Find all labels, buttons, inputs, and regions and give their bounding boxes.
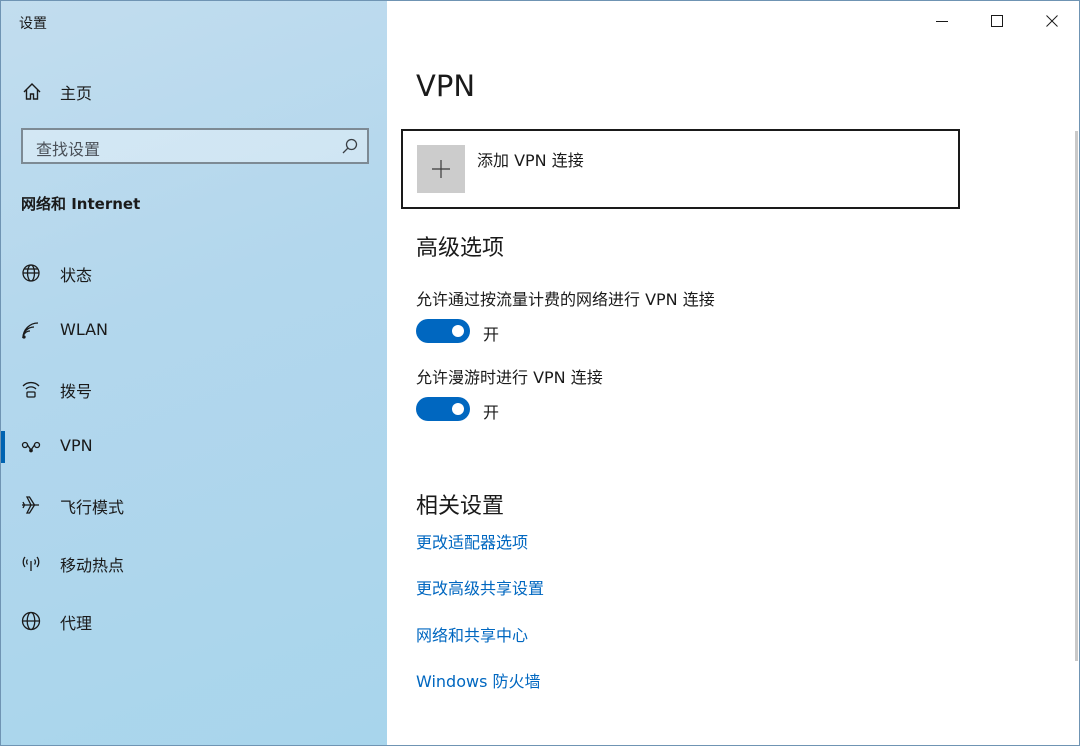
sidebar-item-mobile-hotspot[interactable]: 移动热点 [1,539,387,587]
change-adapter-options-link[interactable]: 更改适配器选项 [416,529,528,553]
metered-vpn-toggle[interactable] [416,319,470,343]
globe-status-icon [20,262,42,284]
settings-window: 设置 主页 查找设置 网络和 Internet 状态 WLAN 拨号 VPN 飞… [0,0,1080,746]
advanced-options-heading: 高级选项 [416,236,505,261]
app-title: 设置 [19,16,47,32]
maximize-icon [991,15,1003,27]
toggle-knob [452,403,464,415]
sidebar-item-label: 拨号 [60,382,93,401]
sidebar-item-proxy[interactable]: 代理 [1,597,387,645]
sidebar-item-label: 主页 [60,84,93,103]
sidebar-item-label: 代理 [60,614,93,633]
toggle-knob [452,325,464,337]
sidebar-item-status[interactable]: 状态 [1,249,387,297]
close-icon [1046,15,1058,27]
roaming-vpn-toggle[interactable] [416,397,470,421]
sidebar-item-dialup[interactable]: 拨号 [1,365,387,413]
close-button[interactable] [1024,1,1080,41]
windows-firewall-link[interactable]: Windows 防火墙 [416,668,541,692]
add-tile [417,145,465,193]
minimize-icon [936,21,948,22]
hotspot-icon [20,552,42,574]
page-title: VPN [416,69,476,103]
selection-indicator [1,431,5,463]
related-settings-heading: 相关设置 [416,494,505,519]
roaming-vpn-label: 允许漫游时进行 VPN 连接 [416,368,603,387]
add-vpn-connection-button[interactable]: 添加 VPN 连接 [401,129,960,209]
dialup-icon [20,378,42,400]
sidebar-item-vpn[interactable]: VPN [1,423,387,471]
search-icon[interactable] [341,137,359,155]
home-icon [21,81,43,103]
wifi-icon [20,320,42,342]
sidebar-item-label: 移动热点 [60,556,125,575]
metered-vpn-label: 允许通过按流量计费的网络进行 VPN 连接 [416,290,715,309]
sidebar-item-label: WLAN [60,320,109,339]
network-sharing-center-link[interactable]: 网络和共享中心 [416,622,528,646]
globe-icon [20,610,42,632]
add-vpn-label: 添加 VPN 连接 [477,151,584,170]
sidebar-item-label: VPN [60,436,93,455]
roaming-vpn-state: 开 [483,403,500,422]
sidebar-item-airplane-mode[interactable]: 飞行模式 [1,481,387,529]
search-input[interactable]: 查找设置 [21,128,369,164]
sidebar-item-label: 状态 [60,266,93,285]
scrollbar[interactable] [1075,131,1078,661]
change-advanced-sharing-link[interactable]: 更改高级共享设置 [416,575,544,599]
plus-icon [432,160,450,178]
vpn-icon [20,436,42,458]
airplane-icon [20,494,42,516]
sidebar-item-wlan[interactable]: WLAN [1,307,387,355]
search-placeholder: 查找设置 [36,140,101,159]
sidebar-item-label: 飞行模式 [60,498,125,517]
minimize-button[interactable] [914,1,970,41]
maximize-button[interactable] [969,1,1025,41]
sidebar-item-home[interactable]: 主页 [1,73,387,109]
sidebar: 设置 主页 查找设置 网络和 Internet 状态 WLAN 拨号 VPN 飞… [1,1,387,745]
section-title: 网络和 Internet [21,195,141,213]
metered-vpn-state: 开 [483,325,500,344]
